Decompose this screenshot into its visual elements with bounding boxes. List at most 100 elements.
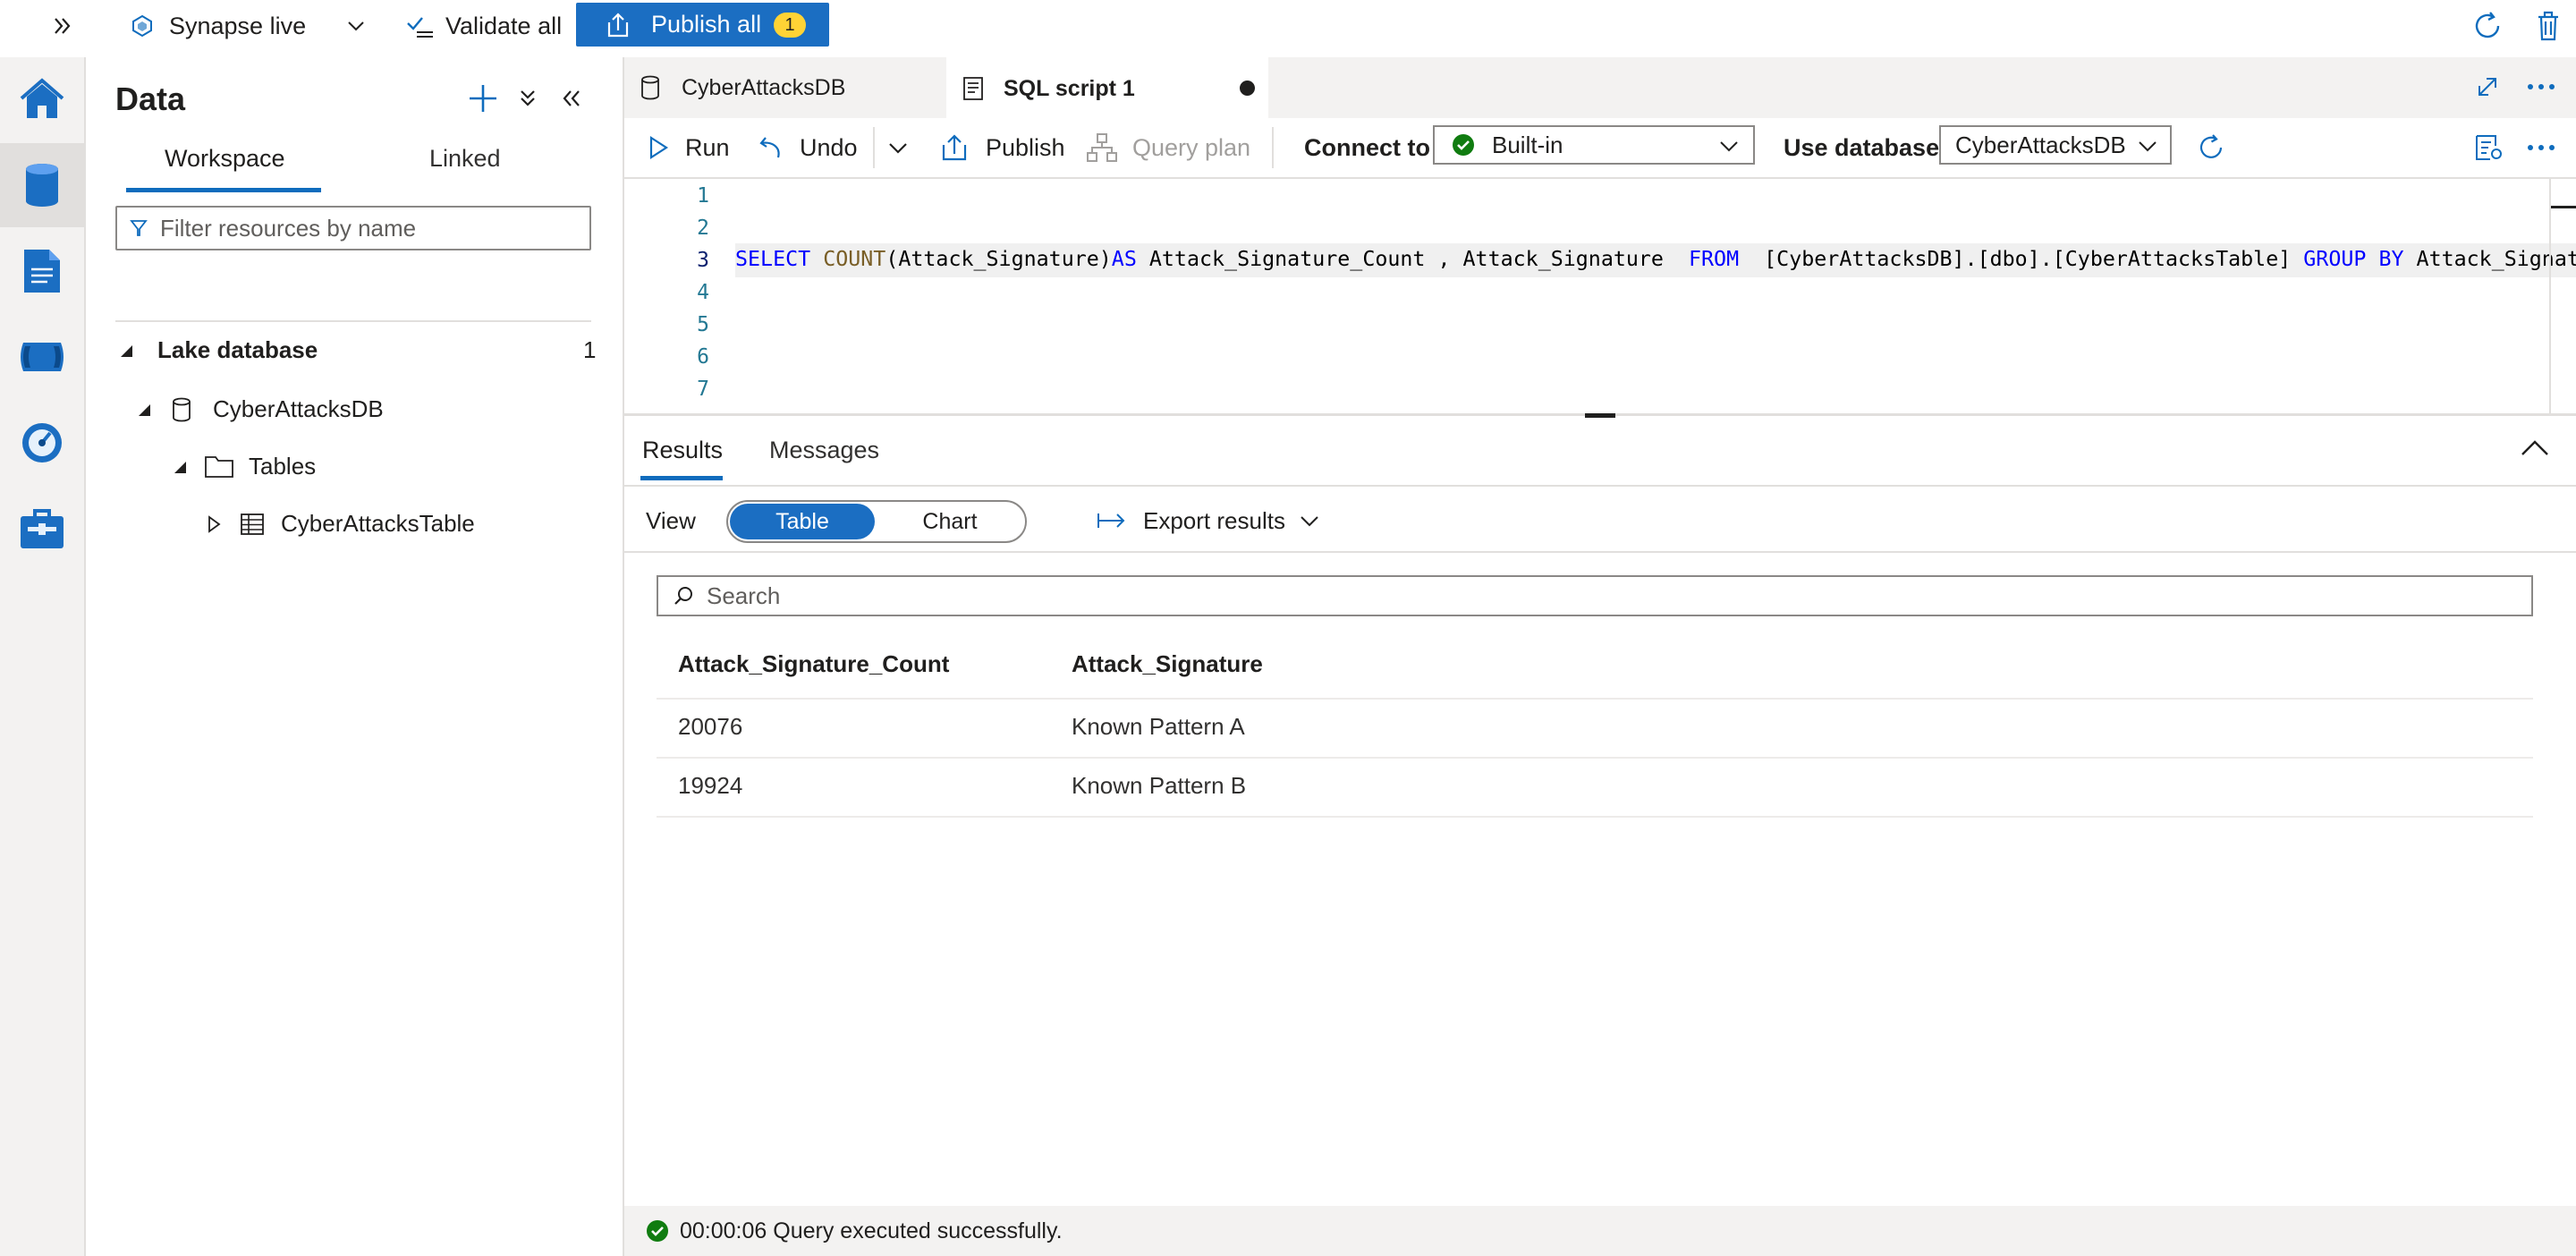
workspace-mode-label: Synapse live [169, 12, 307, 39]
sql-code-line[interactable]: SELECT COUNT(Attack_Signature)AS Attack_… [735, 247, 2576, 271]
results-search-input[interactable] [705, 581, 2408, 611]
add-resource-button[interactable] [467, 82, 499, 115]
tab-linked[interactable]: Linked [429, 145, 501, 173]
column-header-signature[interactable]: Attack_Signature [1072, 650, 1263, 678]
validate-icon [407, 17, 433, 38]
results-toolbar-divider [624, 551, 2576, 553]
publish-icon [607, 12, 629, 37]
database-icon [641, 75, 659, 100]
lake-database-count: 1 [583, 336, 597, 363]
double-chevron-right-icon [55, 18, 71, 34]
chevron-down-icon [1301, 516, 1318, 527]
cell-count: 20076 [678, 713, 743, 740]
use-database-dropdown[interactable]: CyberAttacksDB [1939, 125, 2172, 165]
collapsed-triangle-icon [208, 514, 221, 533]
chevron-down-icon [1720, 141, 1738, 152]
filter-resources-input[interactable] [158, 213, 555, 243]
tab-results[interactable]: Results [642, 437, 723, 464]
refresh-icon [2199, 134, 2223, 158]
monitor-hub-button[interactable] [0, 401, 84, 485]
publish-label: Publish [986, 133, 1065, 161]
connect-to-dropdown[interactable]: Built-in [1433, 125, 1755, 165]
home-hub-button[interactable] [0, 57, 84, 141]
data-explorer-pane: Data Workspace Linked Lake database 1 Cy… [86, 57, 624, 1256]
validate-all-button[interactable]: Validate all [406, 0, 562, 52]
pending-changes-badge: 1 [774, 12, 807, 38]
results-search-box[interactable] [657, 575, 2533, 616]
collapse-all-button[interactable] [517, 88, 538, 109]
validate-all-label: Validate all [445, 12, 563, 39]
expand-icon [2479, 78, 2496, 96]
tab-cyberattacksdb[interactable]: CyberAttacksDB [624, 57, 946, 118]
data-hub-button[interactable] [0, 143, 84, 227]
double-chevron-left-icon [563, 90, 580, 106]
table-row-divider [657, 757, 2533, 759]
export-results-button[interactable]: Export results [1097, 503, 1321, 539]
discard-all-button[interactable] [2533, 0, 2563, 52]
publish-button[interactable]: Publish [939, 118, 1065, 177]
properties-icon [2476, 135, 2502, 160]
active-tab-indicator [126, 188, 321, 192]
tree-item-table[interactable]: CyberAttacksTable [206, 510, 475, 538]
cell-signature: Known Pattern A [1072, 713, 1245, 740]
filter-resources-box[interactable] [115, 206, 591, 250]
query-plan-button[interactable]: Query plan [1086, 118, 1250, 177]
sql-script-icon [963, 77, 983, 100]
expand-menu-button[interactable] [52, 0, 75, 52]
collapse-results-button[interactable] [2519, 435, 2551, 462]
data-icon [26, 164, 58, 207]
expanded-triangle-icon [121, 344, 132, 357]
script-toolbar: Run Undo Publish Query plan Connect to B… [624, 118, 2576, 179]
tab-cyberattacksdb-label: CyberAttacksDB [682, 74, 846, 100]
maximize-editor-button[interactable] [2474, 73, 2501, 100]
develop-icon [24, 250, 60, 293]
integrate-hub-button[interactable] [0, 315, 84, 399]
undo-button[interactable]: Undo [758, 118, 858, 177]
sql-code-editor[interactable]: 1 2 3 4 5 6 7 SELECT COUNT(Attack_Signat… [624, 179, 2576, 415]
view-label: View [646, 507, 696, 534]
minimap-marker [2551, 206, 2576, 208]
view-table-option[interactable]: Table [730, 504, 875, 539]
undo-dropdown-button[interactable] [886, 118, 911, 177]
document-tab-bar: CyberAttacksDB SQL script 1 [624, 57, 2576, 120]
properties-button[interactable] [2474, 118, 2504, 177]
publish-all-button[interactable]: Publish all 1 [576, 3, 829, 47]
refresh-icon [2475, 12, 2500, 38]
run-button[interactable]: Run [648, 118, 730, 177]
tab-sql-script-1[interactable]: SQL script 1 [946, 57, 1268, 120]
publish-all-label: Publish all [651, 11, 762, 38]
manage-hub-button[interactable] [0, 487, 84, 571]
status-message: 00:00:06 Query executed successfully. [680, 1218, 1063, 1243]
table-row-divider [657, 816, 2533, 818]
run-label: Run [685, 133, 730, 161]
view-chart-option[interactable]: Chart [877, 504, 1023, 539]
expanded-triangle-icon [174, 461, 186, 473]
section-divider [115, 320, 591, 322]
lake-database-section[interactable]: Lake database [118, 336, 318, 364]
more-icon [2528, 84, 2555, 89]
tab-more-button[interactable] [2526, 75, 2556, 98]
workspace-mode-dropdown[interactable]: Synapse live [130, 0, 367, 52]
refresh-button[interactable] [2470, 0, 2504, 52]
toolbar-more-button[interactable] [2526, 118, 2556, 177]
editor-scrollbar-track[interactable] [2549, 179, 2551, 415]
refresh-database-button[interactable] [2195, 118, 2227, 177]
collapse-pane-button[interactable] [560, 88, 583, 109]
query-plan-label: Query plan [1132, 133, 1251, 161]
double-chevron-down-icon [521, 90, 535, 106]
expanded-triangle-icon [139, 403, 150, 416]
unsaved-indicator [1240, 81, 1255, 96]
connect-to-value: Built-in [1492, 131, 1563, 158]
develop-hub-button[interactable] [0, 229, 84, 313]
tab-messages[interactable]: Messages [769, 437, 879, 464]
tab-sql-script-1-label: SQL script 1 [1004, 75, 1135, 101]
tab-workspace[interactable]: Workspace [165, 145, 285, 173]
export-icon [1097, 513, 1125, 528]
column-header-count[interactable]: Attack_Signature_Count [678, 650, 949, 678]
active-tab-indicator [640, 476, 723, 480]
splitter-handle[interactable] [1585, 413, 1615, 418]
tree-item-tables[interactable]: Tables [172, 453, 316, 480]
connect-to-label: Connect to [1304, 133, 1430, 161]
folder-icon [205, 455, 233, 478]
tree-item-database[interactable]: CyberAttacksDB [136, 395, 384, 423]
